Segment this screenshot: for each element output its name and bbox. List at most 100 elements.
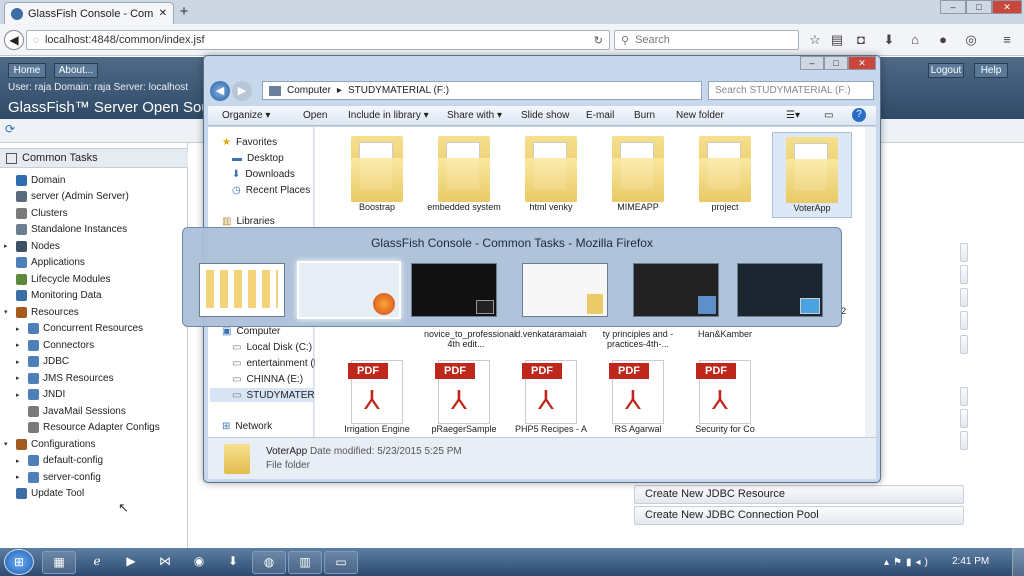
- taskbar-app[interactable]: ▥: [288, 551, 322, 574]
- tree-item[interactable]: Monitoring Data: [4, 288, 188, 305]
- expand-toggle-icon[interactable]: ▸: [4, 242, 12, 250]
- explorer-forward-button[interactable]: ▶: [232, 81, 252, 101]
- tree-item[interactable]: Standalone Instances: [4, 222, 188, 239]
- url-bar[interactable]: ◌ localhost:4848/common/index.jsf ↻: [26, 30, 610, 50]
- taskbar-vs[interactable]: ⋈: [148, 551, 182, 574]
- file-label[interactable]: ty principles and -practices-4th-...: [598, 329, 678, 349]
- back-button[interactable]: ◀: [4, 30, 24, 50]
- nav-studymaterial[interactable]: ▭ STUDYMATERIAL: [210, 388, 330, 402]
- help-button[interactable]: Help: [974, 63, 1008, 78]
- tree-item[interactable]: Resource Adapter Configs: [4, 420, 188, 437]
- folder-item[interactable]: project: [685, 132, 765, 212]
- burn-button[interactable]: Burn: [634, 110, 655, 121]
- breadcrumb-computer[interactable]: Computer: [287, 85, 331, 96]
- tree-item[interactable]: ▸ Concurrent Resources: [4, 321, 188, 338]
- pocket-icon[interactable]: ◘: [852, 31, 870, 49]
- minimize-button[interactable]: –: [940, 0, 966, 14]
- search-input[interactable]: ⚲ Search: [614, 30, 799, 50]
- expand-toggle-icon[interactable]: ▸: [16, 358, 24, 366]
- task-bar-fragment[interactable]: [960, 311, 968, 330]
- home-button[interactable]: Home: [8, 63, 46, 78]
- taskbar-firefox[interactable]: ◍: [252, 551, 286, 574]
- reload-icon[interactable]: ↻: [594, 34, 603, 47]
- maximize-button[interactable]: □: [966, 0, 992, 14]
- taskbar-chrome[interactable]: ◉: [182, 551, 216, 574]
- taskbar-ie[interactable]: ℯ: [80, 551, 114, 574]
- task-bar-fragment[interactable]: [960, 387, 968, 406]
- pdf-item[interactable]: PDF ⅄ RS Agarwal: [598, 360, 678, 434]
- expand-toggle-icon[interactable]: ▾: [4, 308, 12, 316]
- tree-item[interactable]: Applications: [4, 255, 188, 272]
- explorer-address-bar[interactable]: Computer ▸ STUDYMATERIAL (F:): [262, 81, 702, 100]
- expand-toggle-icon[interactable]: ▸: [16, 325, 24, 333]
- nav-downloads[interactable]: ⬇ Downloads: [232, 169, 295, 180]
- pdf-item[interactable]: PDF ⅄ Irrigation Engine: [337, 360, 417, 434]
- taskbar-download[interactable]: ⬇: [216, 551, 250, 574]
- bookmark-star-icon[interactable]: ☆: [806, 31, 824, 49]
- organize-button[interactable]: Organize ▾: [222, 110, 270, 121]
- task-bar-fragment[interactable]: [960, 335, 968, 354]
- tree-item[interactable]: ▸ JNDI: [4, 387, 188, 404]
- explorer-search-input[interactable]: Search STUDYMATERIAL (F:): [708, 81, 874, 100]
- share-with-button[interactable]: Share with ▾: [447, 110, 502, 121]
- expand-toggle-icon[interactable]: ▸: [16, 473, 24, 481]
- tree-item[interactable]: JavaMail Sessions: [4, 403, 188, 420]
- nav-chinna[interactable]: ▭ CHINNA (E:): [232, 374, 303, 385]
- folder-item[interactable]: MIMEAPP: [598, 132, 678, 212]
- file-label[interactable]: novice_to_professional 4th edit...: [424, 329, 516, 349]
- file-list-scrollbar[interactable]: [865, 127, 876, 437]
- expand-toggle-icon[interactable]: ▸: [16, 391, 24, 399]
- breadcrumb-drive[interactable]: STUDYMATERIAL (F:): [348, 85, 449, 96]
- show-desktop-button[interactable]: [1012, 548, 1024, 576]
- nav-libraries[interactable]: ▥ Libraries: [222, 216, 275, 227]
- switcher-thumb-desktop[interactable]: [737, 263, 823, 317]
- explorer-maximize-button[interactable]: □: [824, 56, 848, 70]
- menu-icon[interactable]: ≡: [998, 31, 1016, 49]
- task-bar-fragment[interactable]: [960, 409, 968, 428]
- tree-item[interactable]: ▸ server-config: [4, 469, 188, 486]
- clock[interactable]: 2:41 PM: [952, 556, 989, 567]
- tree-item[interactable]: Update Tool: [4, 486, 188, 503]
- switcher-thumb-firefox[interactable]: [297, 261, 401, 319]
- preview-pane-icon[interactable]: ▭: [824, 110, 833, 121]
- tree-item[interactable]: ▸ JDBC: [4, 354, 188, 371]
- explorer-close-button[interactable]: ✕: [848, 56, 876, 70]
- pdf-item[interactable]: PDF ⅄ pRaegerSample: [424, 360, 504, 434]
- task-bar-fragment[interactable]: [960, 431, 968, 450]
- tree-header[interactable]: Common Tasks: [0, 148, 188, 168]
- taskbar-console[interactable]: ▭: [324, 551, 358, 574]
- expand-toggle-icon[interactable]: ▸: [16, 341, 24, 349]
- expand-toggle-icon[interactable]: ▾: [4, 440, 12, 448]
- tree-item[interactable]: Lifecycle Modules: [4, 271, 188, 288]
- tree-item[interactable]: ▸ Connectors: [4, 337, 188, 354]
- tray-icons[interactable]: ▴⚑▮◂): [884, 557, 932, 568]
- expand-toggle-icon[interactable]: ▸: [16, 457, 24, 465]
- task-bar-fragment[interactable]: [960, 265, 968, 284]
- nav-desktop[interactable]: ▬ Desktop: [232, 153, 284, 164]
- browser-tab[interactable]: GlassFish Console - Comm... ✕: [4, 2, 174, 24]
- switcher-thumb-folder[interactable]: [522, 263, 608, 317]
- folder-item[interactable]: Boostrap: [337, 132, 417, 212]
- task-bar-fragment[interactable]: [960, 243, 968, 262]
- home-icon[interactable]: ⌂: [906, 31, 924, 49]
- email-button[interactable]: E-mail: [586, 110, 614, 121]
- file-label[interactable]: d.venkataramaiah: [511, 329, 591, 339]
- refresh-icon[interactable]: ⟳: [5, 122, 15, 136]
- chat-icon[interactable]: ●: [934, 31, 952, 49]
- create-jdbc-resource-button[interactable]: Create New JDBC Resource: [634, 485, 964, 504]
- create-jdbc-pool-button[interactable]: Create New JDBC Connection Pool: [634, 506, 964, 525]
- include-library-button[interactable]: Include in library ▾: [348, 110, 429, 121]
- expand-toggle-icon[interactable]: ▸: [16, 374, 24, 382]
- folder-item-selected[interactable]: VoterApp: [772, 132, 852, 218]
- download-icon[interactable]: ⬇: [880, 31, 898, 49]
- reading-list-icon[interactable]: ▤: [828, 31, 846, 49]
- file-label[interactable]: Han&Kamber: [685, 329, 765, 339]
- nav-network[interactable]: ⊞ Network: [222, 421, 272, 432]
- tree-item[interactable]: ▸ JMS Resources: [4, 370, 188, 387]
- logout-button[interactable]: Logout: [928, 63, 964, 78]
- tree-item[interactable]: server (Admin Server): [4, 189, 188, 206]
- start-button[interactable]: ⊞: [4, 549, 34, 575]
- explorer-back-button[interactable]: ◀: [210, 81, 230, 101]
- tree-item[interactable]: ▾ Resources: [4, 304, 188, 321]
- nav-local-disk[interactable]: ▭ Local Disk (C:): [232, 342, 312, 353]
